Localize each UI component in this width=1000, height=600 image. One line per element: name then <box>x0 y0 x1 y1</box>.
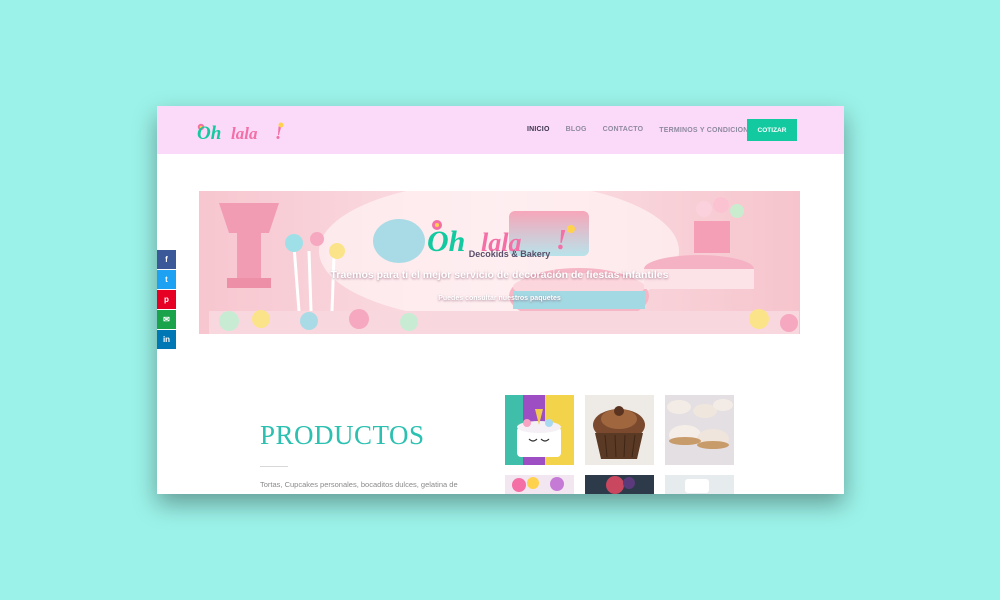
hero-logo-tagline: Decokids & Bakery <box>468 249 551 259</box>
linkedin-share-icon[interactable]: in <box>157 330 176 349</box>
svg-text:Oh: Oh <box>197 123 221 144</box>
product-thumb-white-dessert[interactable] <box>665 475 734 494</box>
nav-item-inicio[interactable]: INICIO <box>527 126 550 138</box>
hero-content: Decokids & Bakery Traemos para ti el mej… <box>199 191 800 334</box>
hero-banner: Oh lala ! Decokids & Bakery Traemos para… <box>199 191 800 334</box>
top-navbar: Oh lala ! INICIO BLOG CONTACTO TERMINOS … <box>157 106 844 154</box>
hero-packages-link[interactable]: Puedes consultar nuestros paquetes <box>199 295 800 302</box>
browser-page: Oh lala ! INICIO BLOG CONTACTO TERMINOS … <box>157 106 844 494</box>
pinterest-share-icon[interactable]: p <box>157 290 176 309</box>
cotizar-button[interactable]: COTIZAR <box>747 119 797 141</box>
products-divider <box>260 466 288 467</box>
product-thumb-alfajores[interactable] <box>665 395 734 465</box>
products-title: PRODUCTOS <box>260 420 425 450</box>
nav-menu: INICIO BLOG CONTACTO TERMINOS Y CONDICIO… <box>527 126 767 138</box>
svg-text:lala: lala <box>231 124 258 143</box>
nav-item-blog[interactable]: BLOG <box>566 126 587 138</box>
nav-item-terminos-label: TERMINOS Y CONDICIONES <box>659 127 759 134</box>
product-thumb-rainbow-treats[interactable] <box>505 475 574 494</box>
facebook-share-icon[interactable]: f <box>157 250 176 269</box>
brand-logo[interactable]: Oh lala ! <box>195 116 291 144</box>
nav-item-contacto[interactable]: CONTACTO <box>603 126 644 138</box>
product-thumb-chocolate-cupcake[interactable] <box>585 395 654 465</box>
products-description: Tortas, Cupcakes personales, bocaditos d… <box>260 480 458 489</box>
twitter-share-icon[interactable]: t <box>157 270 176 289</box>
hero-headline: Traemos para ti el mejor servicio de dec… <box>330 269 669 281</box>
product-thumb-unicorn-cake[interactable] <box>505 395 574 465</box>
product-thumb-berry-dessert[interactable] <box>585 475 654 494</box>
email-share-icon[interactable]: ✉ <box>157 310 176 329</box>
